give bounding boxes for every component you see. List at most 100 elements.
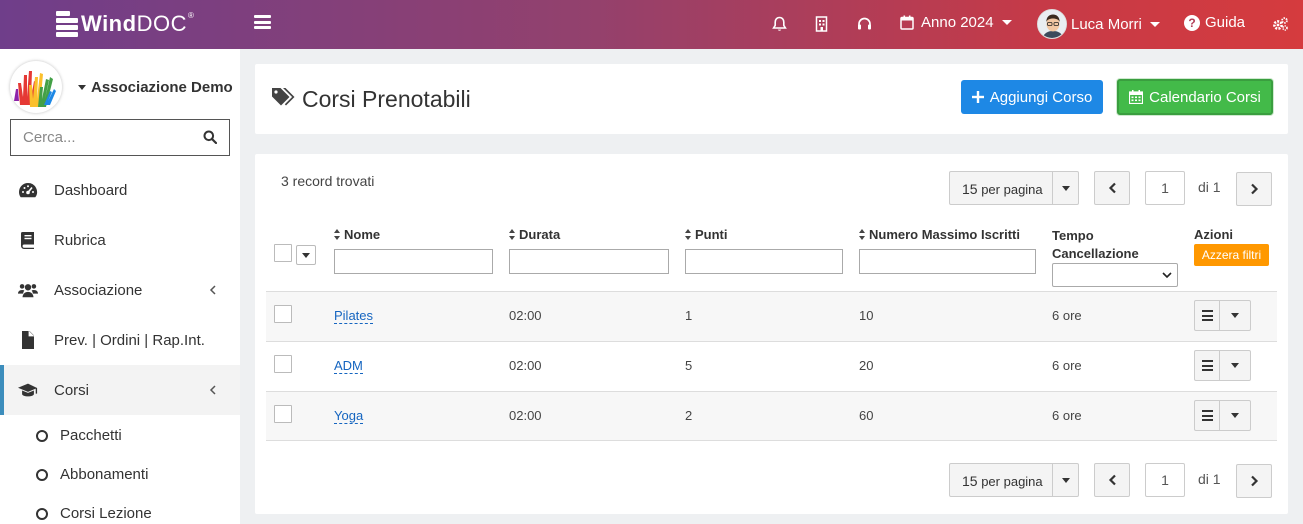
sidebar-item-dashboard[interactable]: Dashboard [0, 165, 240, 215]
column-header-max-iscritti[interactable]: Numero Massimo Iscritti [859, 227, 1020, 242]
sidebar-item-rubrica[interactable]: Rubrica [0, 215, 240, 265]
sidebar-item-label: Prev. | Ordini | Rap.Int. [54, 331, 205, 349]
logo-icon [56, 11, 78, 37]
search-icon[interactable] [203, 130, 217, 144]
cell-punti: 1 [685, 308, 693, 323]
headset-icon[interactable] [857, 17, 872, 31]
org-switcher[interactable]: Associazione Demo [10, 61, 233, 113]
sidebar-subitem-corsi-lezione[interactable]: Corsi Lezione [0, 494, 240, 524]
chevron-down-icon [1052, 464, 1078, 496]
circle-icon [36, 429, 48, 442]
menu-icon[interactable] [1195, 351, 1220, 380]
calendar-courses-label: Calendario Corsi [1149, 88, 1261, 106]
file-icon [22, 331, 34, 349]
sidebar-item-documenti[interactable]: Prev. | Ordini | Rap.Int. [0, 315, 240, 365]
cell-cancellazione: 6 ore [1052, 308, 1082, 323]
sidebar-item-label: Associazione [54, 281, 143, 299]
reset-filters-button[interactable]: Azzera filtri [1194, 244, 1269, 266]
prev-page-button[interactable] [1094, 171, 1130, 205]
help-link[interactable]: ? Guida [1184, 14, 1245, 31]
chevron-down-icon [1149, 21, 1160, 27]
row-checkbox[interactable] [274, 405, 292, 423]
chevron-down-icon[interactable] [1220, 301, 1250, 330]
filter-cancellazione-select[interactable] [1052, 263, 1178, 287]
column-header-punti[interactable]: Punti [685, 227, 728, 242]
select-all-checkbox[interactable] [274, 244, 292, 262]
filter-durata-input[interactable] [509, 249, 669, 274]
add-course-label: Aggiungi Corso [989, 88, 1093, 106]
user-menu[interactable]: Luca Morri [1037, 9, 1160, 39]
per-page-select[interactable]: 15 per pagina [949, 171, 1079, 205]
filter-max-iscritti-input[interactable] [859, 249, 1036, 274]
course-name-link[interactable]: Pilates [334, 308, 374, 324]
row-checkbox[interactable] [274, 355, 292, 373]
caret-down-icon [302, 252, 310, 258]
sidebar-subitem-label: Abbonamenti [60, 466, 149, 483]
windoc-logo[interactable]: WindDOC® [56, 8, 194, 40]
course-name-link[interactable]: ADM [334, 358, 363, 374]
user-avatar [1037, 9, 1067, 39]
sidebar-item-label: Corsi [54, 381, 90, 399]
sidebar-item-corsi[interactable]: Corsi [0, 365, 240, 415]
sidebar-subitem-pacchetti[interactable]: Pacchetti [0, 416, 240, 455]
building-icon[interactable] [815, 16, 828, 32]
search-input[interactable] [11, 120, 199, 155]
next-page-button[interactable] [1236, 172, 1272, 206]
org-name: Associazione Demo [91, 78, 233, 96]
year-label: Anno 2024 [921, 14, 994, 31]
per-page-value: 15 [962, 473, 978, 489]
add-course-button[interactable]: Aggiungi Corso [961, 80, 1103, 114]
chevron-left-icon [1108, 182, 1116, 194]
sort-icon [334, 229, 341, 240]
row-actions [1194, 300, 1251, 331]
calendar-courses-button[interactable]: Calendario Corsi [1117, 79, 1273, 115]
sidebar-item-label: Dashboard [54, 181, 128, 199]
table-row [266, 391, 1277, 441]
page-number-input[interactable]: 1 [1145, 171, 1185, 205]
cell-max-iscritti: 20 [859, 358, 874, 373]
row-actions [1194, 400, 1251, 431]
row-checkbox[interactable] [274, 305, 292, 323]
next-page-button-bottom[interactable] [1236, 464, 1272, 498]
chevron-down-icon[interactable] [1220, 401, 1250, 430]
course-name-link[interactable]: Yoga [334, 408, 364, 424]
menu-icon[interactable] [1195, 301, 1220, 330]
org-name-wrapper: Associazione Demo [78, 79, 233, 96]
year-selector[interactable]: Anno 2024 [900, 14, 1012, 31]
sidebar-search [10, 119, 230, 156]
table-row [266, 291, 1277, 341]
user-name: Luca Morri [1071, 15, 1142, 33]
users-icon [18, 284, 38, 298]
bell-icon[interactable] [772, 16, 787, 32]
table-row [266, 341, 1277, 391]
circle-icon [36, 468, 48, 481]
row-actions [1194, 350, 1251, 381]
sidebar-item-associazione[interactable]: Associazione [0, 265, 240, 315]
bulk-actions-dropdown[interactable] [296, 245, 316, 265]
settings-icon[interactable] [1272, 16, 1289, 32]
prev-page-button-bottom[interactable] [1094, 463, 1130, 497]
column-header-durata[interactable]: Durata [509, 227, 560, 242]
chevron-right-icon [1250, 183, 1258, 195]
graduation-cap-icon [18, 383, 38, 397]
menu-icon[interactable] [254, 15, 271, 29]
cell-durata: 02:00 [509, 308, 542, 323]
sidebar-subitem-abbonamenti[interactable]: Abbonamenti [0, 455, 240, 494]
column-header-label: Azioni [1194, 227, 1233, 242]
chevron-down-icon[interactable] [1220, 351, 1250, 380]
column-header-nome[interactable]: Nome [334, 227, 380, 242]
column-header-label: Cancellazione [1052, 246, 1139, 261]
filter-nome-input[interactable] [334, 249, 493, 274]
per-page-select-bottom[interactable]: 15 per pagina [949, 463, 1079, 497]
menu-icon[interactable] [1195, 401, 1220, 430]
help-label: Guida [1205, 14, 1246, 31]
column-header-label: Nome [344, 227, 381, 242]
cell-punti: 5 [685, 358, 693, 373]
cell-durata: 02:00 [509, 358, 542, 373]
page-number-input-bottom[interactable]: 1 [1145, 463, 1185, 497]
sidebar-subitem-label: Corsi Lezione [60, 505, 152, 522]
sort-icon [509, 229, 516, 240]
caret-down-icon [78, 84, 86, 90]
sidebar-subitem-label: Pacchetti [60, 427, 122, 444]
filter-punti-input[interactable] [685, 249, 843, 274]
